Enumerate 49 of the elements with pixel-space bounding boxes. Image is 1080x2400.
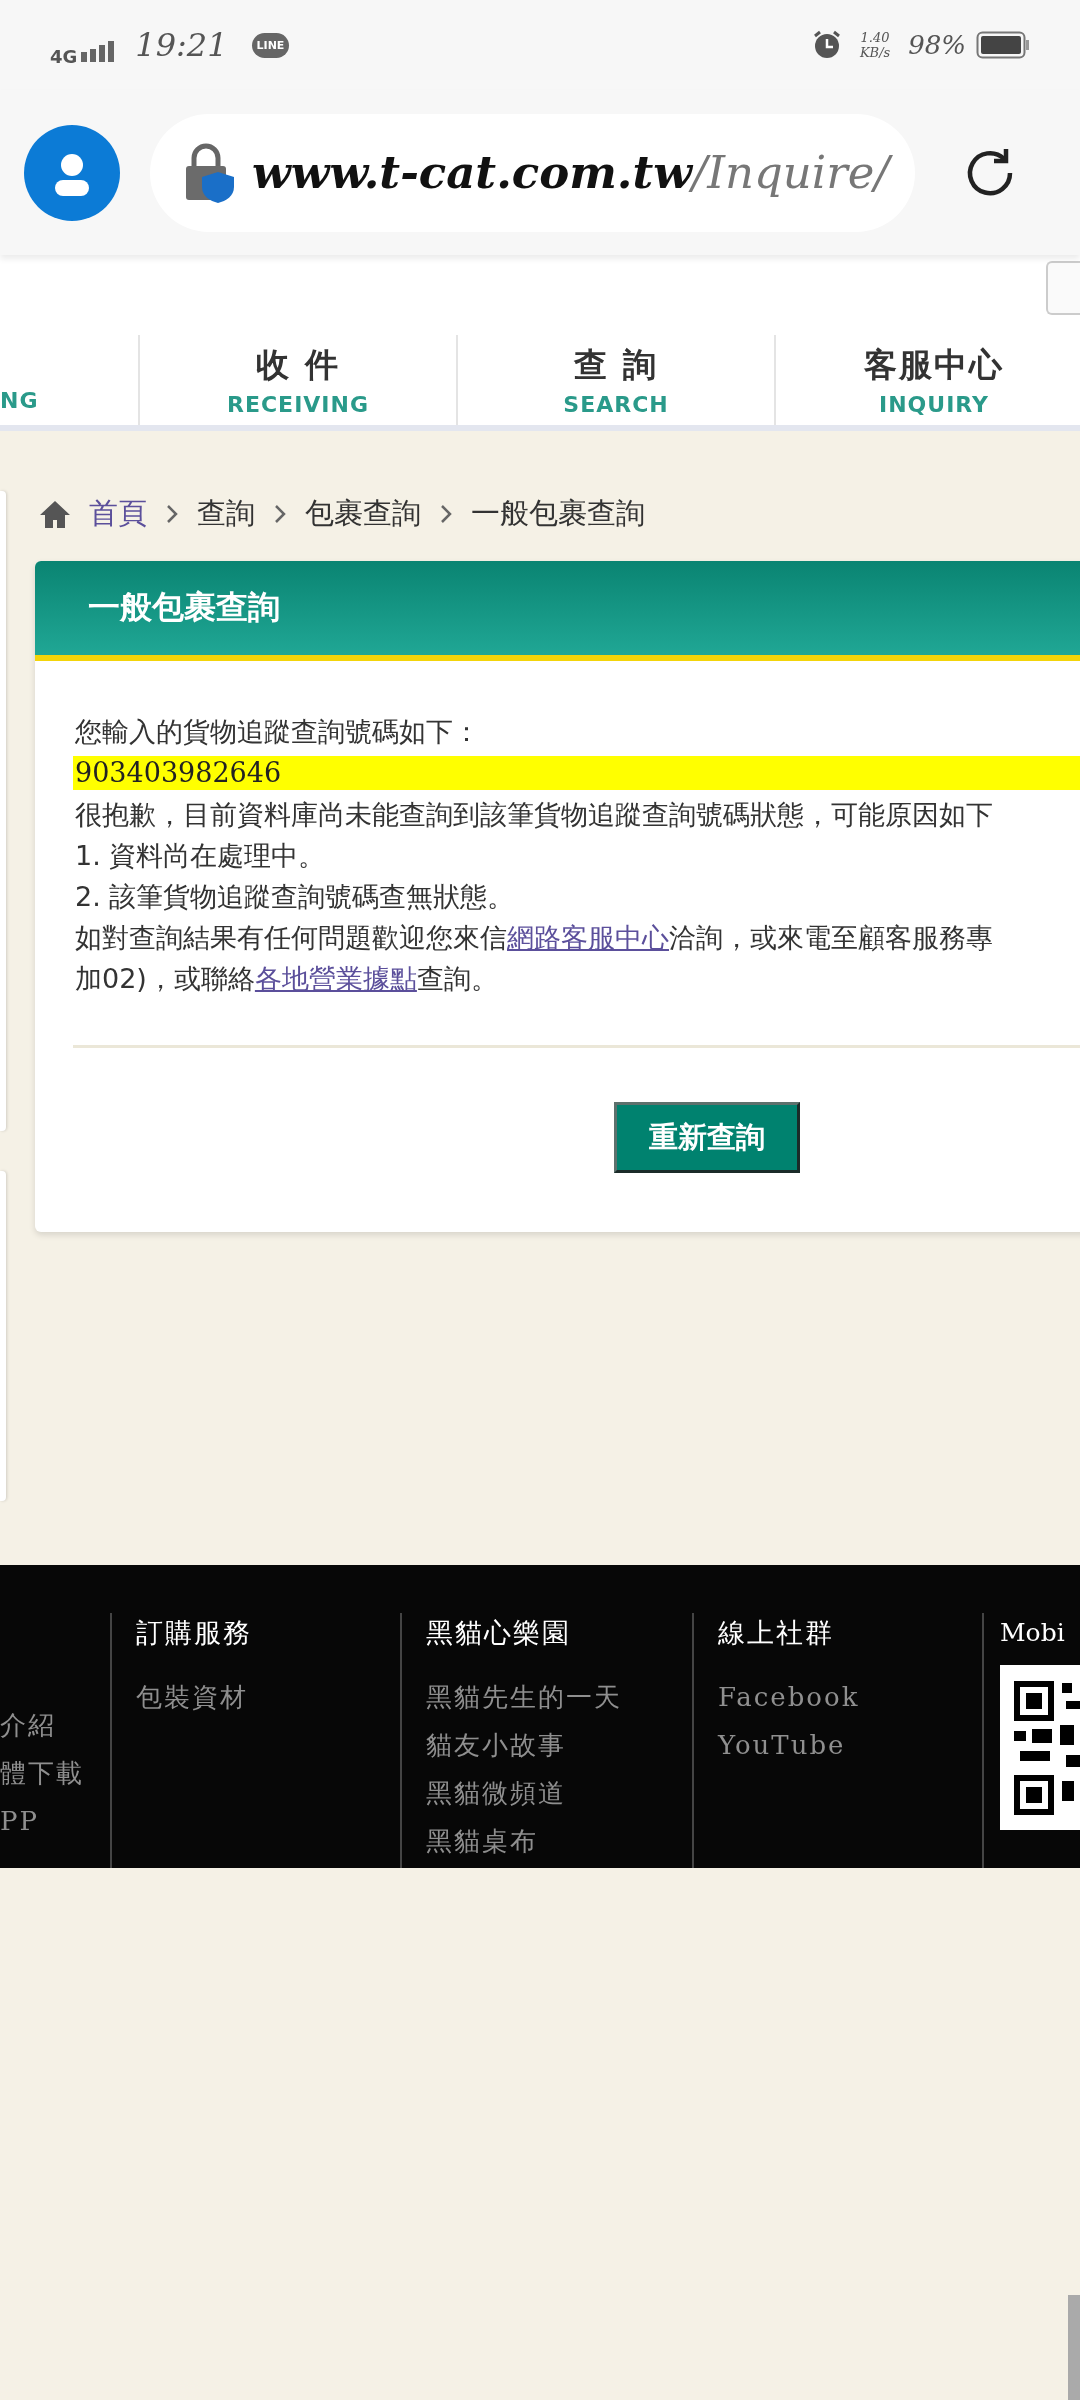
footer-heading: Mobi xyxy=(1000,1617,1065,1649)
clock-time: 19:21 xyxy=(135,26,228,64)
nav-tab[interactable]: 收 件 RECEIVING xyxy=(138,335,456,425)
footer-link[interactable]: 介紹 xyxy=(0,1701,56,1749)
network-label: 4G xyxy=(50,45,78,67)
footer-link[interactable]: PP xyxy=(0,1797,39,1845)
chevron-icon xyxy=(439,503,453,525)
breadcrumb-item: 包裹查詢 xyxy=(305,495,421,532)
chevron-icon xyxy=(165,503,179,525)
battery-icon xyxy=(976,31,1030,59)
footer-link[interactable]: 包裝資材 xyxy=(136,1673,248,1721)
footer-link[interactable]: 黑貓先生的一天 xyxy=(426,1673,622,1721)
breadcrumb-item: 查詢 xyxy=(197,495,255,532)
alarm-icon xyxy=(811,30,842,60)
reason-item: 2. 該筆貨物追蹤查詢號碼查無狀態。 xyxy=(75,880,516,914)
chat-app-badge: LINE xyxy=(251,32,290,58)
address-bar[interactable]: www.t-cat.com.tw/Inquire/ xyxy=(150,113,915,232)
cut-off-field[interactable] xyxy=(1046,261,1080,315)
contact-text: 加02)，或聯絡各地營業據點查詢。 xyxy=(75,962,499,996)
scrollbar-thumb[interactable] xyxy=(1068,2295,1080,2400)
search-again-button[interactable]: 重新查詢 xyxy=(614,1102,800,1173)
footer-link[interactable]: 體下載 xyxy=(0,1749,84,1797)
speed-value: 1.40 xyxy=(860,30,890,45)
profile-avatar-icon[interactable] xyxy=(24,124,120,221)
footer-link[interactable]: YouTube xyxy=(718,1721,846,1769)
intro-text: 您輸入的貨物追蹤查詢號碼如下： xyxy=(75,715,481,749)
speed-unit: KB/s xyxy=(859,45,891,60)
nav-tab[interactable]: 客服中心 INQUIRY xyxy=(774,335,1080,425)
nav-tab[interactable]: 查 詢 SEARCH xyxy=(456,335,774,425)
reason-item: 1. 資料尚在處理中。 xyxy=(75,839,327,873)
footer-link[interactable]: Facebook xyxy=(718,1673,860,1721)
text-link[interactable]: 網路客服中心 xyxy=(507,922,669,953)
contact-text: 如對查詢結果有任何問題歡迎您來信網路客服中心洽詢，或來電至顧客服務專 xyxy=(75,921,994,955)
home-icon[interactable] xyxy=(39,499,71,529)
tracking-number: 903403982646 xyxy=(73,756,1080,790)
chevron-icon xyxy=(273,503,287,525)
footer-link[interactable]: 黑貓桌布 xyxy=(426,1817,538,1865)
footer-link[interactable]: 黑貓微頻道 xyxy=(426,1769,566,1817)
footer-link[interactable]: 貓友小故事 xyxy=(426,1721,566,1769)
text-link[interactable]: 各地營業據點 xyxy=(254,963,417,994)
breadcrumb-item: 一般包裹查詢 xyxy=(471,495,645,532)
nav-tab[interactable]: NG xyxy=(0,335,138,425)
footer-heading: 線上社群 xyxy=(718,1616,834,1650)
footer-heading: 訂購服務 xyxy=(136,1616,252,1650)
card-title: 一般包裹查詢 xyxy=(88,587,280,628)
battery-percent: 98% xyxy=(908,30,966,60)
footer-heading: 黑貓心樂園 xyxy=(426,1616,571,1650)
message-text: 很抱歉，目前資料庫尚未能查詢到該筆貨物追蹤查詢號碼狀態，可能原因如下 xyxy=(75,798,994,832)
breadcrumb-link[interactable]: 首頁 xyxy=(89,494,147,534)
